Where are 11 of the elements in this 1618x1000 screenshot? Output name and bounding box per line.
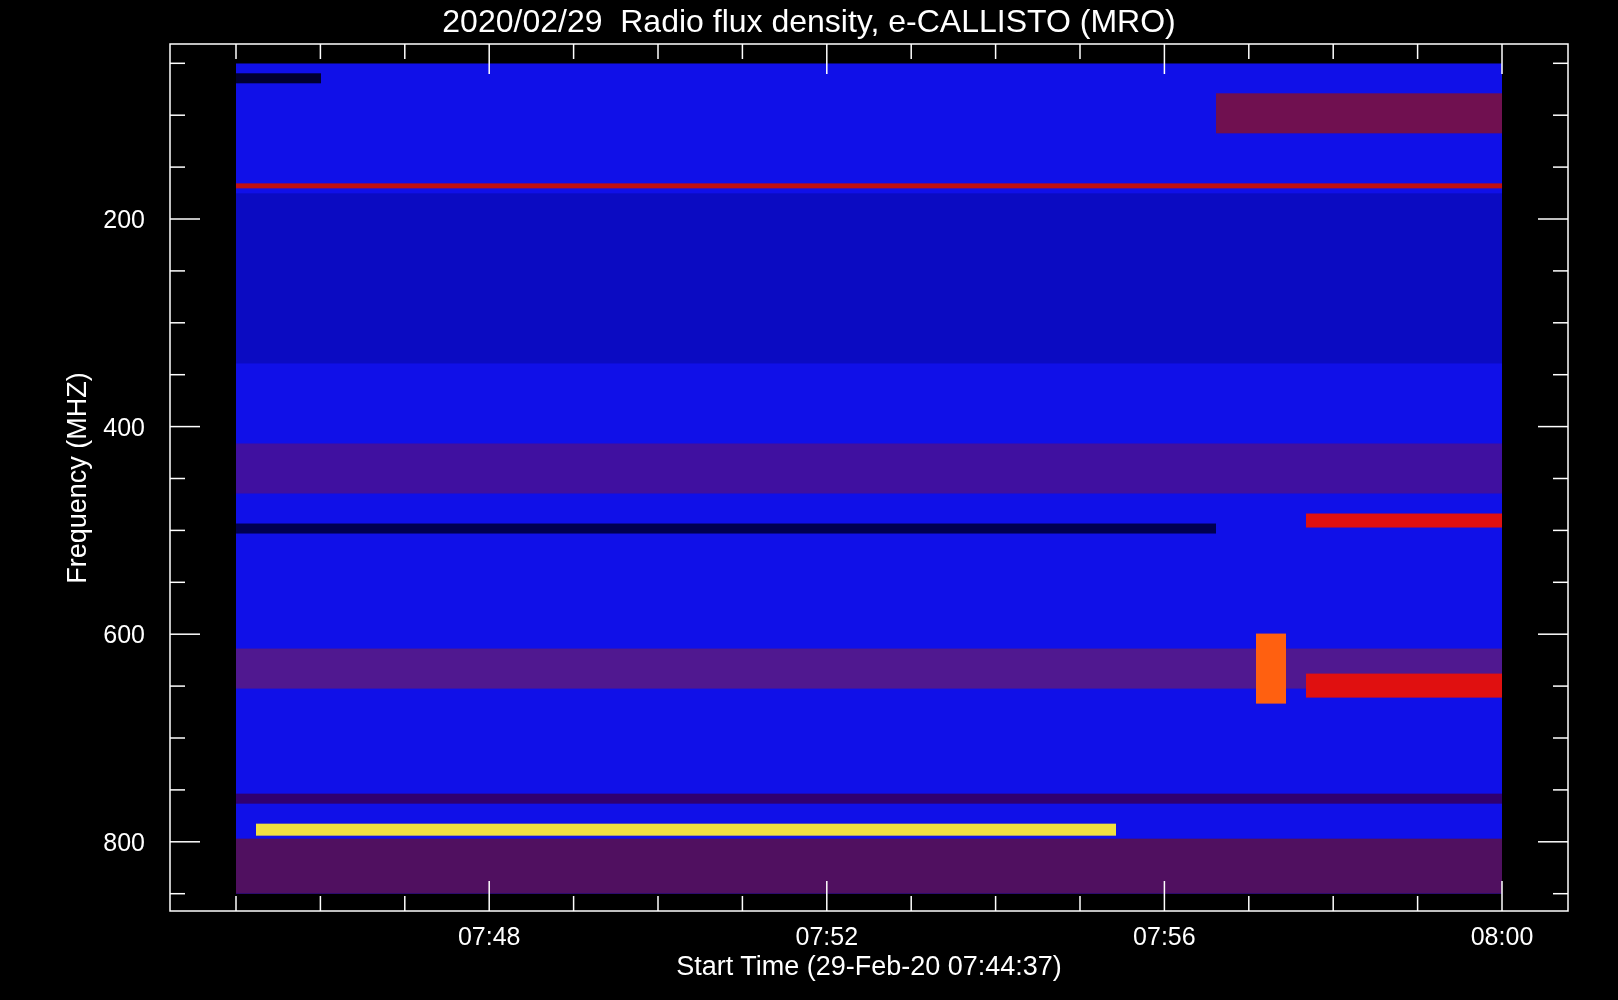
y-tick-label: 200 — [103, 205, 145, 233]
y-tick-label: 400 — [103, 412, 145, 441]
x-tick-label: 07:52 — [795, 922, 859, 950]
x-tick-label: 07:56 — [1133, 922, 1196, 950]
y-axis-label: Frequency (MHZ) — [62, 372, 92, 584]
x-axis-label: Start Time (29-Feb-20 07:44:37) — [676, 951, 1062, 981]
chart-title: 2020/02/29 Radio flux density, e-CALLISTO (MRO) — [442, 3, 1176, 39]
y-tick-label: 800 — [103, 827, 145, 856]
y-tick-label: 600 — [103, 620, 145, 649]
x-tick-label: 07:48 — [457, 922, 521, 950]
x-tick-label: 08:00 — [1470, 922, 1534, 950]
